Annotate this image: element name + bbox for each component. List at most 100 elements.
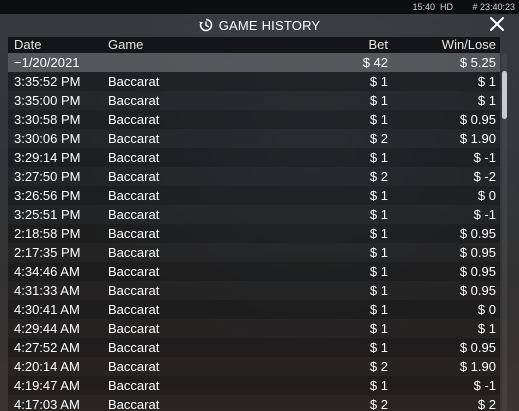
row-win-lose: $ -1: [473, 207, 496, 222]
row-bet: $ 2: [369, 359, 388, 374]
row-game: Baccarat: [108, 283, 160, 298]
table-row[interactable]: 3:25:51 PM Baccarat $ 1 $ -1: [8, 205, 500, 224]
row-bet: $ 1: [369, 74, 388, 89]
panel-header: GAME HISTORY: [0, 14, 519, 36]
row-bet: $ 2: [369, 397, 388, 411]
row-win-lose: $ 0.95: [459, 112, 496, 127]
row-time: 3:35:52 PM: [14, 74, 81, 89]
row-bet: $ 1: [369, 188, 388, 203]
column-header-bet: Bet: [368, 37, 388, 52]
table-row[interactable]: 3:30:06 PM Baccarat $ 2 $ 1.90: [8, 129, 500, 148]
row-game: Baccarat: [108, 74, 160, 89]
table-row[interactable]: 3:35:52 PM Baccarat $ 1 $ 1: [8, 72, 500, 91]
row-win-lose: $ 1.90: [459, 131, 496, 146]
row-time: 3:30:06 PM: [14, 131, 81, 146]
row-bet: $ 2: [369, 131, 388, 146]
scrollbar[interactable]: [502, 53, 507, 411]
row-bet: $ 1: [369, 207, 388, 222]
table-row[interactable]: 2:18:58 PM Baccarat $ 1 $ 0.95: [8, 224, 500, 243]
row-win-lose: $ 0.95: [459, 283, 496, 298]
row-bet: $ 1: [369, 150, 388, 165]
row-bet: $ 2: [369, 169, 388, 184]
table-row[interactable]: 4:29:44 AM Baccarat $ 1 $ 1: [8, 319, 500, 338]
table-row[interactable]: 3:27:50 PM Baccarat $ 2 $ -2: [8, 167, 500, 186]
row-win-lose: $ 1: [477, 93, 496, 108]
row-game: Baccarat: [108, 169, 160, 184]
row-time: 4:19:47 AM: [14, 378, 80, 393]
row-bet: $ 1: [369, 264, 388, 279]
game-history-panel: GAME HISTORY Date Game Bet Win/Lose −1/2…: [0, 14, 519, 411]
close-icon[interactable]: [489, 16, 505, 32]
row-game: Baccarat: [108, 397, 160, 411]
clock: 15:40: [412, 2, 435, 12]
date-group-bet-total: $ 42: [362, 55, 388, 70]
row-time: 3:35:00 PM: [14, 93, 81, 108]
history-table: Date Game Bet Win/Lose −1/20/2021 $ 42 $…: [8, 37, 500, 411]
row-win-lose: $ -1: [473, 378, 496, 393]
row-game: Baccarat: [108, 112, 160, 127]
round-id: # 23:40:23: [472, 2, 515, 12]
row-win-lose: $ -1: [473, 150, 496, 165]
row-win-lose: $ 0.95: [459, 264, 496, 279]
row-game: Baccarat: [108, 321, 160, 336]
table-row[interactable]: 3:35:00 PM Baccarat $ 1 $ 1: [8, 91, 500, 110]
date-group-row[interactable]: −1/20/2021 $ 42 $ 5.25: [8, 53, 500, 72]
row-time: 4:20:14 AM: [14, 359, 80, 374]
panel-title: GAME HISTORY: [218, 17, 321, 33]
status-bar: 15:40 HD # 23:40:23: [0, 0, 519, 14]
row-bet: $ 1: [369, 226, 388, 241]
row-game: Baccarat: [108, 150, 160, 165]
row-time: 4:17:03 AM: [14, 397, 80, 411]
date-group-win-total: $ 5.25: [459, 55, 496, 70]
row-time: 4:31:33 AM: [14, 283, 80, 298]
row-game: Baccarat: [108, 245, 160, 260]
row-win-lose: $ 0.95: [459, 245, 496, 260]
table-row[interactable]: 4:19:47 AM Baccarat $ 1 $ -1: [8, 376, 500, 395]
table-row[interactable]: 4:17:03 AM Baccarat $ 2 $ 2: [8, 395, 500, 411]
row-time: 2:17:35 PM: [14, 245, 81, 260]
table-row[interactable]: 4:30:41 AM Baccarat $ 1 $ 0: [8, 300, 500, 319]
date-group-date: −1/20/2021: [14, 55, 80, 70]
row-bet: $ 1: [369, 283, 388, 298]
row-time: 3:26:56 PM: [14, 188, 81, 203]
table-row[interactable]: 4:20:14 AM Baccarat $ 2 $ 1.90: [8, 357, 500, 376]
table-row[interactable]: 3:26:56 PM Baccarat $ 1 $ 0: [8, 186, 500, 205]
history-rows: 3:35:52 PM Baccarat $ 1 $ 1 3:35:00 PM Baccar…: [8, 72, 500, 411]
row-time: 3:27:50 PM: [14, 169, 81, 184]
row-time: 2:18:58 PM: [14, 226, 81, 241]
row-bet: $ 1: [369, 340, 388, 355]
table-row[interactable]: 4:34:46 AM Baccarat $ 1 $ 0.95: [8, 262, 500, 281]
table-row[interactable]: 3:29:14 PM Baccarat $ 1 $ -1: [8, 148, 500, 167]
row-game: Baccarat: [108, 359, 160, 374]
table-row[interactable]: 4:31:33 AM Baccarat $ 1 $ 0.95: [8, 281, 500, 300]
video-quality-badge[interactable]: HD: [440, 0, 453, 14]
history-icon: [198, 18, 213, 32]
row-game: Baccarat: [108, 188, 160, 203]
table-row[interactable]: 3:30:58 PM Baccarat $ 1 $ 0.95: [8, 110, 500, 129]
row-time: 4:34:46 AM: [14, 264, 80, 279]
row-game: Baccarat: [108, 378, 160, 393]
scrollbar-thumb[interactable]: [502, 71, 507, 119]
column-header-win-lose: Win/Lose: [441, 37, 496, 52]
row-game: Baccarat: [108, 302, 160, 317]
row-win-lose: $ -2: [473, 169, 496, 184]
row-time: 4:30:41 AM: [14, 302, 80, 317]
table-row[interactable]: 4:27:52 AM Baccarat $ 1 $ 0.95: [8, 338, 500, 357]
row-game: Baccarat: [108, 340, 160, 355]
row-game: Baccarat: [108, 264, 160, 279]
row-win-lose: $ 1: [477, 321, 496, 336]
row-game: Baccarat: [108, 207, 160, 222]
row-time: 3:25:51 PM: [14, 207, 81, 222]
table-header: Date Game Bet Win/Lose: [8, 37, 500, 53]
column-header-game: Game: [108, 37, 144, 52]
row-bet: $ 1: [369, 302, 388, 317]
game-background: 15:40 HD # 23:40:23 GAME HISTORY Date Ga: [0, 0, 519, 411]
row-game: Baccarat: [108, 131, 160, 146]
row-win-lose: $ 2: [477, 397, 496, 411]
row-win-lose: $ 1.90: [459, 359, 496, 374]
row-bet: $ 1: [369, 321, 388, 336]
table-row[interactable]: 2:17:35 PM Baccarat $ 1 $ 0.95: [8, 243, 500, 262]
row-bet: $ 1: [369, 112, 388, 127]
row-time: 4:27:52 AM: [14, 340, 80, 355]
column-header-date: Date: [14, 37, 42, 52]
